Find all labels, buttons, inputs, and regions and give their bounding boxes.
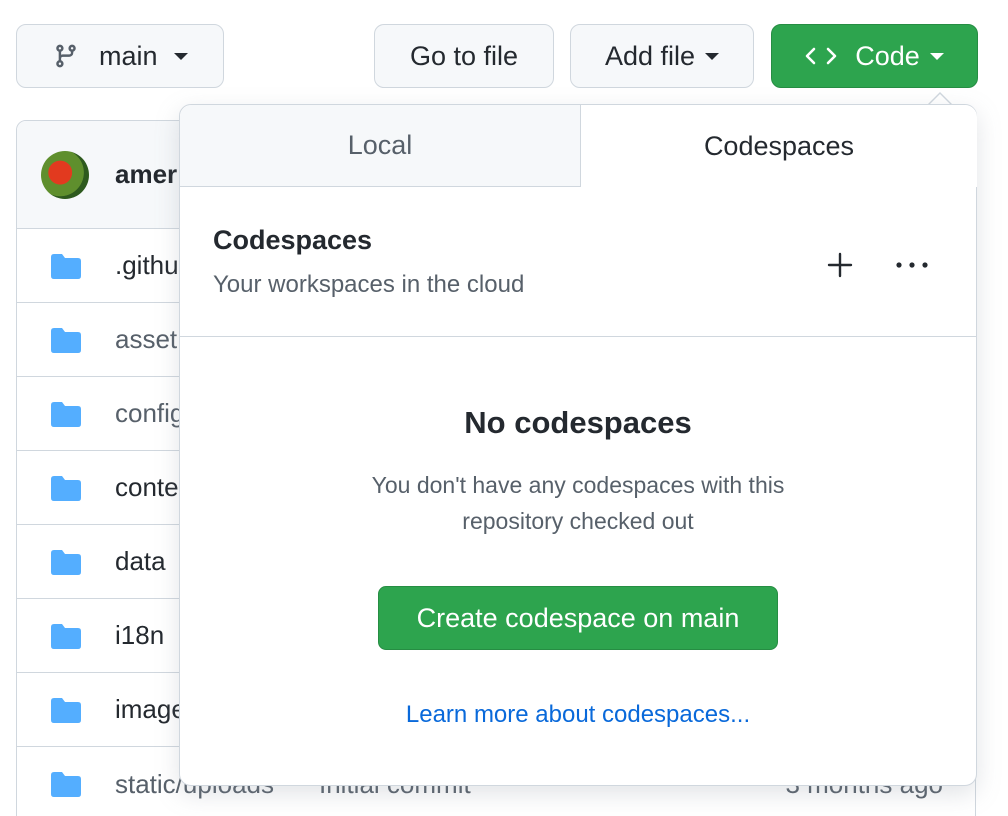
folder-icon xyxy=(51,772,81,797)
tab-local-label: Local xyxy=(347,130,413,160)
branch-select-button[interactable]: main xyxy=(16,24,224,88)
more-options-button[interactable] xyxy=(890,243,934,287)
tab-codespaces-label: Codespaces xyxy=(703,130,855,161)
add-file-label: Add file xyxy=(604,40,696,71)
empty-state-description: You don't have any codespaces with this … xyxy=(371,472,785,534)
chevron-down-icon xyxy=(173,52,188,60)
codespaces-subtitle: Your workspaces in the cloud xyxy=(213,271,525,298)
branch-name: main xyxy=(99,40,158,71)
codespaces-header: Codespaces Your workspaces in the cloud xyxy=(180,187,976,337)
repo-page: main Go to file Add file Code amer .gith… xyxy=(0,0,1008,816)
folder-icon xyxy=(51,475,81,501)
kebab-horizontal-icon xyxy=(896,262,928,268)
folder-icon xyxy=(51,697,81,723)
go-to-file-button[interactable]: Go to file xyxy=(374,24,554,88)
create-codespace-label: Create codespace on main xyxy=(416,602,740,633)
new-codespace-button[interactable] xyxy=(818,243,862,287)
folder-icon xyxy=(51,549,81,575)
folder-icon xyxy=(51,253,81,279)
create-codespace-button[interactable]: Create codespace on main xyxy=(378,586,778,650)
codespaces-title: Codespaces xyxy=(213,225,373,255)
learn-more-link[interactable]: Learn more about codespaces... xyxy=(180,701,976,729)
chevron-down-icon xyxy=(705,52,720,60)
code-button[interactable]: Code xyxy=(771,24,978,88)
code-dropdown-panel: Local Codespaces Codespaces Your workspa… xyxy=(179,104,977,786)
folder-icon xyxy=(51,623,81,649)
avatar[interactable] xyxy=(41,150,89,199)
panel-tabs: Local Codespaces xyxy=(180,105,977,187)
add-file-button[interactable]: Add file xyxy=(570,24,754,88)
go-to-file-label: Go to file xyxy=(409,40,519,71)
git-branch-icon xyxy=(56,44,76,68)
empty-state-title: No codespaces xyxy=(464,405,692,440)
tab-codespaces[interactable]: Codespaces xyxy=(580,105,977,187)
commit-author[interactable]: amer xyxy=(115,159,177,190)
code-label: Code xyxy=(855,40,920,71)
folder-icon xyxy=(51,401,81,427)
folder-icon xyxy=(51,327,81,353)
chevron-down-icon xyxy=(929,52,944,60)
tab-local[interactable]: Local xyxy=(180,105,580,187)
plus-icon xyxy=(827,252,853,278)
code-icon xyxy=(805,47,837,65)
